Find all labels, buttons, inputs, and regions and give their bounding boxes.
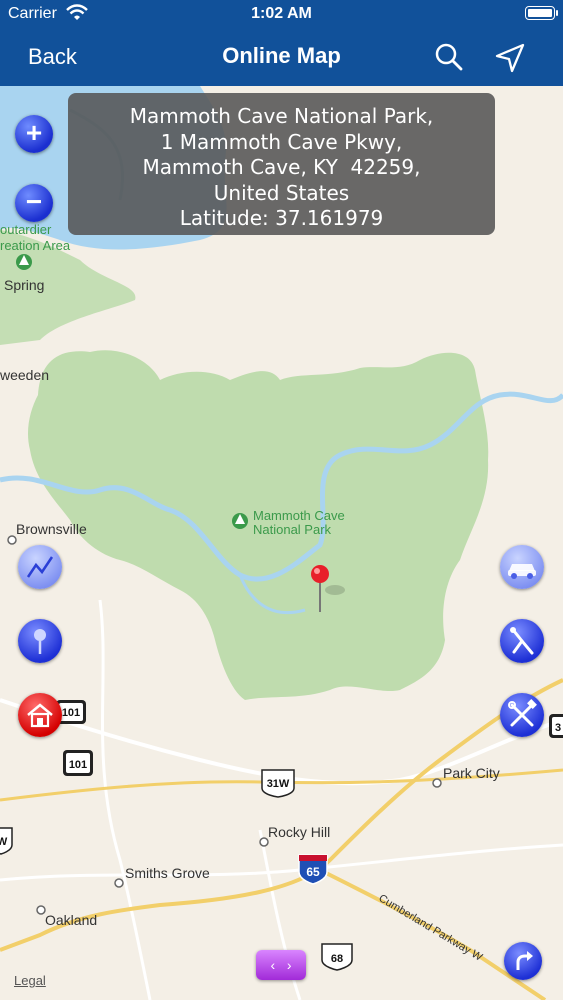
label-park-name-2: National Park bbox=[253, 522, 332, 537]
plus-icon: + bbox=[25, 117, 43, 148]
label-recreation-area: reation Area bbox=[0, 238, 71, 253]
back-button[interactable]: Back bbox=[28, 44, 77, 70]
address-line: Mammoth Cave, KY 42259, bbox=[142, 155, 421, 179]
compass-tool-icon bbox=[510, 627, 534, 655]
pin-icon bbox=[34, 629, 46, 654]
label-smiths-grove: Smiths Grove bbox=[125, 865, 210, 881]
svg-text:65: 65 bbox=[306, 865, 320, 879]
svg-text:31W: 31W bbox=[267, 778, 290, 790]
label-boutardier: outardier bbox=[0, 222, 52, 237]
address-line: 1 Mammoth Cave Pkwy, bbox=[160, 129, 403, 154]
zigzag-line-icon bbox=[26, 556, 54, 578]
label-brownsville: Brownsville bbox=[16, 521, 87, 537]
pager-control[interactable]: ‹ › bbox=[256, 950, 306, 980]
zoom-in-button[interactable]: + bbox=[15, 115, 53, 153]
turn-arrow-icon bbox=[516, 951, 533, 970]
route-shield-65: 65 bbox=[298, 854, 328, 885]
page-title: Online Map bbox=[222, 43, 341, 68]
address-line: United States bbox=[213, 180, 350, 205]
recreation-tree-icon bbox=[16, 254, 32, 270]
clock: 1:02 AM bbox=[251, 5, 312, 22]
legal-link[interactable]: Legal bbox=[14, 973, 46, 988]
search-icon[interactable] bbox=[434, 42, 464, 72]
address-info-box: Mammoth Cave National Park, 1 Mammoth Ca… bbox=[68, 93, 495, 235]
route-shield-68: 68 bbox=[321, 943, 353, 971]
latitude-line: Latitude: 37.161979 bbox=[179, 206, 384, 230]
minus-icon: − bbox=[25, 186, 43, 217]
label-park-city: Park City bbox=[443, 765, 500, 781]
tools-button[interactable] bbox=[500, 693, 544, 737]
route-shield-31w: 31W bbox=[261, 769, 295, 798]
chevron-left-icon[interactable]: ‹ bbox=[270, 957, 275, 973]
nav-bar: Back Online Map bbox=[0, 28, 563, 86]
address-line: Mammoth Cave National Park, bbox=[129, 104, 434, 128]
home-button[interactable] bbox=[18, 693, 62, 737]
chevron-right-icon[interactable]: › bbox=[287, 957, 292, 973]
zoom-out-button[interactable]: − bbox=[15, 184, 53, 222]
location-arrow-icon[interactable] bbox=[494, 42, 526, 74]
battery-icon bbox=[525, 6, 558, 20]
svg-text:W: W bbox=[0, 836, 8, 848]
status-bar: Carrier 1:02 AM bbox=[0, 0, 563, 28]
car-icon bbox=[508, 564, 536, 579]
route-shield-101-b: 101 bbox=[63, 750, 93, 776]
drop-pin-button[interactable] bbox=[18, 619, 62, 663]
label-rocky-hill: Rocky Hill bbox=[268, 824, 330, 840]
measure-button[interactable] bbox=[500, 619, 544, 663]
label-park-name-1: Mammoth Cave bbox=[253, 508, 345, 523]
draw-line-button[interactable] bbox=[18, 545, 62, 589]
map-screen: outardier reation Area Spring weeden Bro… bbox=[0, 0, 563, 1000]
drive-mode-button[interactable] bbox=[500, 545, 544, 589]
svg-text:68: 68 bbox=[331, 953, 343, 965]
svg-text:101: 101 bbox=[62, 707, 80, 719]
svg-text:3: 3 bbox=[555, 722, 561, 734]
directions-button[interactable] bbox=[504, 942, 542, 980]
label-oakland: Oakland bbox=[45, 912, 97, 928]
park-tree-icon bbox=[232, 513, 248, 529]
label-spring: Spring bbox=[4, 277, 44, 293]
tools-icon bbox=[508, 699, 537, 727]
label-sweeden: weeden bbox=[0, 367, 49, 383]
route-shield-3: 3 bbox=[549, 714, 563, 738]
svg-text:101: 101 bbox=[69, 759, 87, 771]
house-icon bbox=[27, 703, 53, 728]
